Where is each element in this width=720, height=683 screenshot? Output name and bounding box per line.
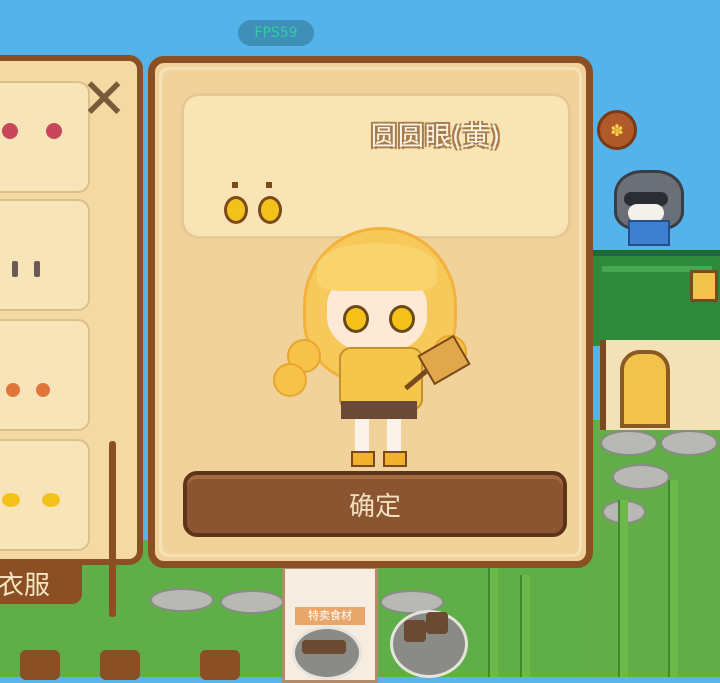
stepping-stone xyxy=(660,430,718,456)
grilled-food-icon xyxy=(302,640,346,654)
raccoon-npc[interactable] xyxy=(610,170,684,246)
character-preview xyxy=(273,223,473,473)
character-leg xyxy=(387,419,401,455)
yellow-round-eye-icon xyxy=(258,196,282,224)
bread-icon xyxy=(426,612,448,634)
eyebrow-mark xyxy=(232,182,238,188)
stepping-stone xyxy=(150,588,214,612)
dot-eyes-icon xyxy=(12,261,18,277)
item-detail-panel: 圆圆眼(黄) 确定 xyxy=(148,56,593,568)
stepping-stone xyxy=(600,430,658,456)
character-braid xyxy=(273,363,307,397)
character-eye xyxy=(389,305,415,333)
list-item[interactable] xyxy=(0,319,90,431)
house-window xyxy=(690,270,718,302)
list-item[interactable] xyxy=(0,81,90,193)
grass-ground-right xyxy=(585,420,720,677)
list-item[interactable] xyxy=(0,199,90,311)
item-title: 圆圆眼(黄) xyxy=(370,122,502,152)
eyebrow-mark xyxy=(266,182,272,188)
dot-eyes-icon xyxy=(34,261,40,277)
npc-quest-badge-icon[interactable]: ✽ xyxy=(597,110,637,150)
item-title-card: 圆圆眼(黄) xyxy=(181,93,571,239)
house-door xyxy=(620,350,670,428)
round-eyes-red-icon xyxy=(46,123,62,139)
character-leg xyxy=(355,419,369,455)
bamboo-stalk xyxy=(520,575,530,677)
character-bangs xyxy=(317,243,437,291)
character-shoe xyxy=(383,451,407,467)
stepping-stone xyxy=(220,590,284,614)
bread-icon xyxy=(404,620,426,642)
fps-counter: FPS59 xyxy=(238,20,314,46)
character-eye xyxy=(343,305,369,333)
small-eyes-orange-icon xyxy=(36,383,50,397)
character-skirt xyxy=(341,401,417,419)
small-eyes-orange-icon xyxy=(6,383,20,397)
bamboo-stalk xyxy=(668,480,678,677)
yellow-round-eye-icon xyxy=(224,196,248,224)
house-building xyxy=(592,230,720,430)
crop-plot xyxy=(20,650,60,680)
stepping-stone xyxy=(612,464,670,490)
list-item[interactable] xyxy=(0,439,90,551)
bamboo-stalk xyxy=(488,560,498,677)
list-scrollbar[interactable] xyxy=(109,441,116,617)
stall-sign: 特卖食材 xyxy=(295,607,365,625)
close-button[interactable]: ✕ xyxy=(78,72,130,128)
sleepy-eyes-yellow-icon xyxy=(2,493,20,507)
character-shoe xyxy=(351,451,375,467)
bamboo-stalk xyxy=(618,500,628,677)
crop-plot xyxy=(200,650,240,680)
confirm-button[interactable]: 确定 xyxy=(183,471,567,537)
crop-plot xyxy=(100,650,140,680)
round-eyes-red-icon xyxy=(2,123,18,139)
sleepy-eyes-yellow-icon xyxy=(42,493,60,507)
tab-clothes[interactable]: 衣服 xyxy=(0,562,82,604)
npc-body xyxy=(628,220,670,246)
